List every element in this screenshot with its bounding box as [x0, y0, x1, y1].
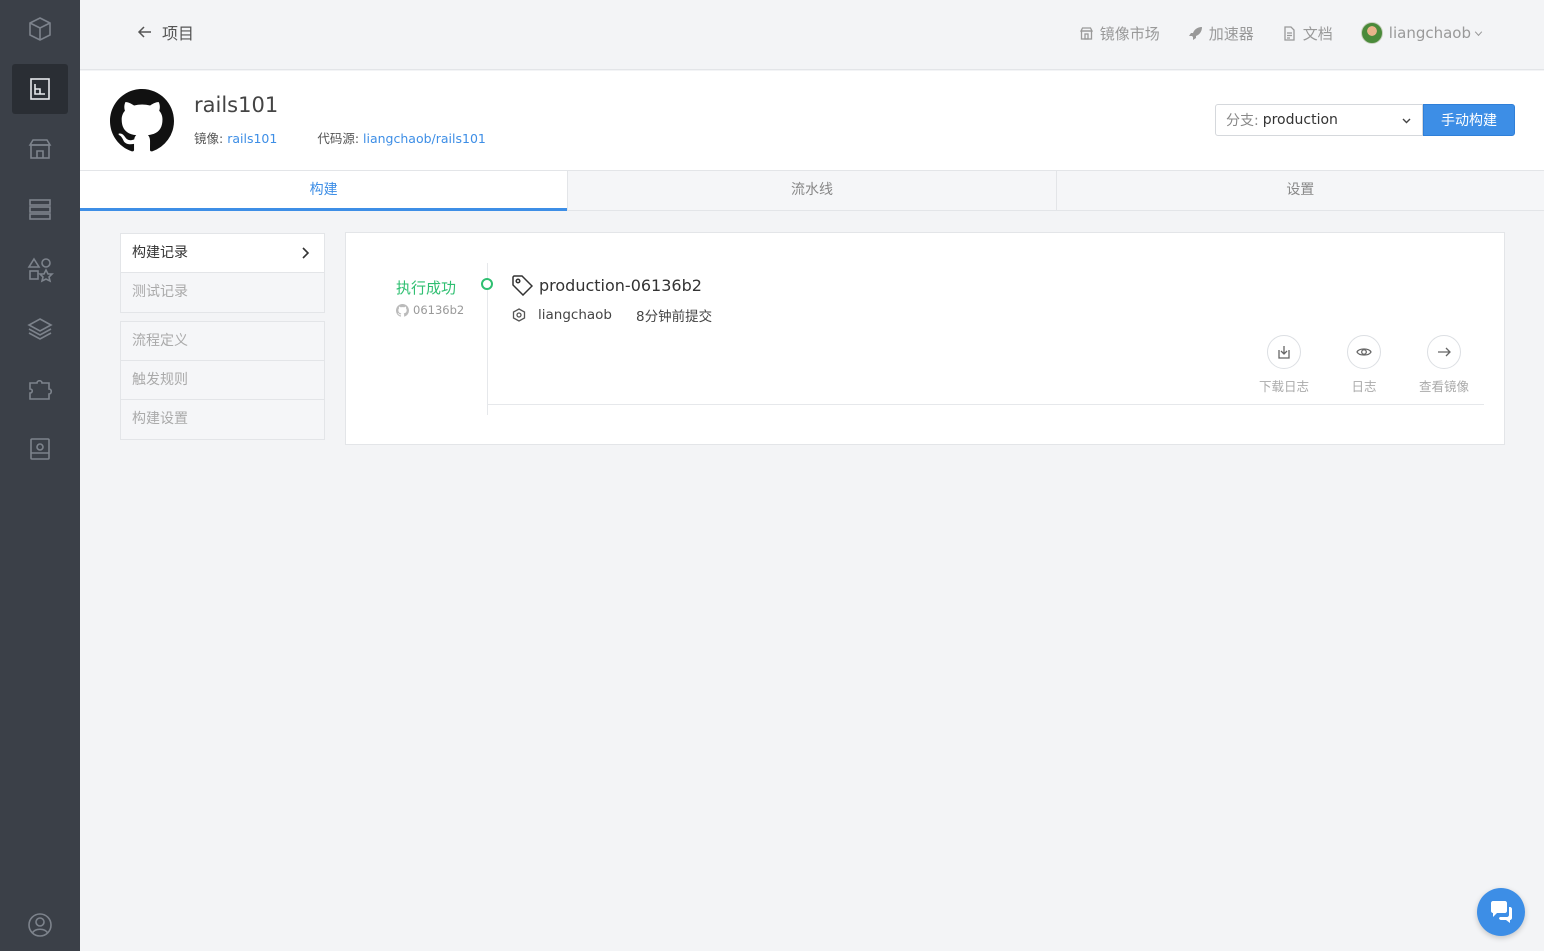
download-log-label: 下载日志 [1258, 379, 1309, 394]
download-icon [1278, 346, 1290, 359]
side-item-label: 构建设置 [132, 411, 188, 427]
tab-settings[interactable]: 设置 [1057, 171, 1544, 210]
rail-shapes-icon[interactable] [12, 244, 68, 294]
side-item-label: 流程定义 [132, 333, 188, 349]
arrow-left-icon [137, 26, 151, 38]
image-label: 镜像: [194, 131, 224, 146]
chat-support-button[interactable] [1477, 888, 1525, 936]
github-logo-icon [110, 89, 174, 152]
document-icon [1284, 25, 1295, 41]
record-divider [487, 404, 1484, 405]
timeline-dot [481, 278, 493, 290]
user-menu[interactable]: liangchaob [1360, 22, 1484, 44]
download-log-button[interactable]: 下载日志 [1254, 335, 1314, 395]
chevron-down-icon [1474, 30, 1483, 36]
nav-docs-link[interactable]: 文档 [1282, 23, 1333, 44]
project-name: rails101 [194, 93, 279, 117]
user-name: liangchaob [1388, 24, 1471, 42]
left-rail [0, 0, 80, 951]
view-log-label: 日志 [1351, 379, 1377, 394]
rail-projects-icon[interactable] [12, 64, 68, 114]
project-meta: 镜像: rails101 代码源: liangchaob/rails101 [194, 128, 486, 147]
manual-build-button[interactable]: 手动构建 [1423, 104, 1515, 136]
avatar [1360, 22, 1383, 44]
build-status: 执行成功 [396, 279, 457, 297]
commit-sha[interactable]: 06136b2 [396, 303, 464, 317]
branch-value: production [1262, 112, 1338, 128]
back-to-projects-link[interactable]: 项目 [136, 20, 194, 44]
side-item-label: 构建记录 [132, 245, 188, 261]
source-link[interactable]: liangchaob/rails101 [363, 131, 486, 146]
tab-pipeline[interactable]: 流水线 [568, 171, 1057, 210]
chat-icon [1491, 901, 1512, 923]
rail-user-icon[interactable] [12, 900, 68, 950]
chevron-down-icon [1402, 118, 1411, 124]
nav-market-label: 镜像市场 [1099, 24, 1160, 43]
nav-accelerator-label: 加速器 [1208, 24, 1254, 43]
eye-icon [1356, 348, 1372, 356]
side-item-trigger-rules[interactable]: 触发规则 [121, 361, 324, 400]
top-nav: 镜像市场 加速器 文档 liangchaob [1051, 22, 1484, 44]
tab-bar: 构建 流水线 设置 [80, 170, 1544, 211]
logo-icon[interactable] [12, 4, 68, 54]
committer-icon [512, 308, 526, 322]
view-log-button[interactable]: 日志 [1334, 335, 1394, 395]
rail-market-icon[interactable] [12, 124, 68, 174]
github-icon [396, 303, 409, 317]
nav-accelerator-link[interactable]: 加速器 [1188, 23, 1254, 44]
top-bar: 项目 镜像市场 加速器 文档 liangchaob [80, 0, 1544, 70]
image-link[interactable]: rails101 [227, 131, 277, 146]
rocket-icon [1188, 26, 1202, 40]
commit-time: 8分钟前提交 [635, 309, 713, 325]
nav-market-link[interactable]: 镜像市场 [1079, 23, 1160, 44]
side-item-label: 触发规则 [132, 372, 188, 388]
project-header: rails101 镜像: rails101 代码源: liangchaob/ra… [80, 71, 1544, 170]
back-label: 项目 [162, 24, 195, 43]
side-menu-group-config: 流程定义 触发规则 构建设置 [120, 321, 325, 440]
branch-label: 分支: [1226, 113, 1259, 129]
side-item-build-records[interactable]: 构建记录 [121, 234, 324, 273]
commit-sha-text: 06136b2 [413, 303, 465, 317]
arrow-right-icon [1438, 347, 1451, 357]
commit-author: liangchaob [538, 307, 612, 323]
side-item-test-records[interactable]: 测试记录 [121, 273, 324, 312]
tag-icon [512, 275, 533, 296]
view-image-label: 查看镜像 [1418, 379, 1469, 394]
rail-servers-icon[interactable] [12, 184, 68, 234]
view-image-button[interactable]: 查看镜像 [1414, 335, 1474, 395]
tab-build[interactable]: 构建 [80, 171, 569, 211]
store-icon [1079, 26, 1093, 40]
side-item-build-settings[interactable]: 构建设置 [121, 400, 324, 439]
build-tag: production-06136b2 [511, 274, 702, 296]
rail-layers-icon[interactable] [12, 304, 68, 354]
branch-select[interactable]: 分支: production [1215, 104, 1423, 136]
nav-docs-label: 文档 [1302, 24, 1333, 43]
rail-monitor-icon[interactable] [12, 424, 68, 474]
build-record-card: 执行成功 06136b2 production-06136b2 liangcha… [345, 232, 1505, 445]
commit-info: liangchaob 8分钟前提交 [512, 305, 712, 325]
rail-plugins-icon[interactable] [12, 364, 68, 414]
side-menu-group-records: 构建记录 测试记录 [120, 233, 325, 313]
source-label: 代码源: [317, 131, 360, 146]
side-item-flow-definition[interactable]: 流程定义 [121, 322, 324, 361]
chevron-right-icon [302, 247, 310, 259]
build-tag-text: production-06136b2 [539, 275, 702, 295]
side-item-label: 测试记录 [132, 284, 188, 300]
